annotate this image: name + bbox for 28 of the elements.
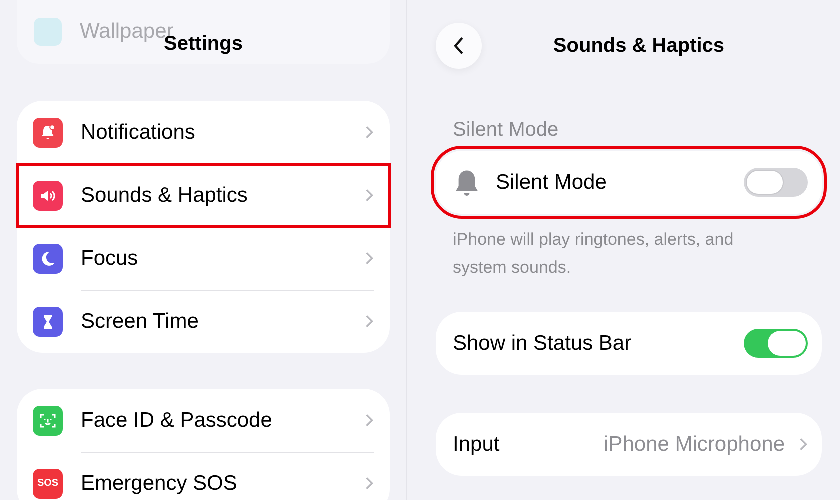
screen-title: Sounds & Haptics xyxy=(552,34,726,58)
row-label: Input xyxy=(453,432,501,456)
back-button[interactable] xyxy=(436,23,482,69)
settings-row[interactable]: Show in Status Bar xyxy=(436,312,822,375)
row-label: Silent Mode xyxy=(496,170,608,194)
chevron-icon xyxy=(799,437,808,452)
chevron-icon xyxy=(365,188,374,203)
settings-row[interactable]: Sounds & Haptics xyxy=(17,164,390,227)
settings-row[interactable]: Face ID & Passcode xyxy=(17,389,390,452)
chevron-icon xyxy=(365,125,374,140)
chevron-icon xyxy=(365,476,374,491)
settings-row[interactable]: Focus xyxy=(17,227,390,290)
settings-row[interactable]: Notifications xyxy=(17,101,390,164)
toggle-switch[interactable] xyxy=(744,329,808,358)
footnote: iPhone will play ringtones, alerts, and system sounds. xyxy=(452,229,735,279)
chevron-icon xyxy=(365,314,374,329)
section-header: Silent Mode xyxy=(452,118,560,143)
app-icon xyxy=(34,18,62,46)
chevron-icon xyxy=(365,413,374,428)
toggle-switch[interactable] xyxy=(744,168,808,197)
sos-icon: SOS xyxy=(33,468,63,498)
settings-row[interactable]: Silent Mode xyxy=(436,151,822,214)
row-label: Show in Status Bar xyxy=(453,332,633,356)
settings-row[interactable]: SOS Emergency SOS xyxy=(17,452,390,500)
settings-row[interactable]: Input iPhone Microphone xyxy=(436,413,822,476)
row-value: iPhone Microphone xyxy=(604,432,785,456)
settings-row[interactable]: Screen Time xyxy=(17,290,390,353)
chevron-icon xyxy=(365,251,374,266)
